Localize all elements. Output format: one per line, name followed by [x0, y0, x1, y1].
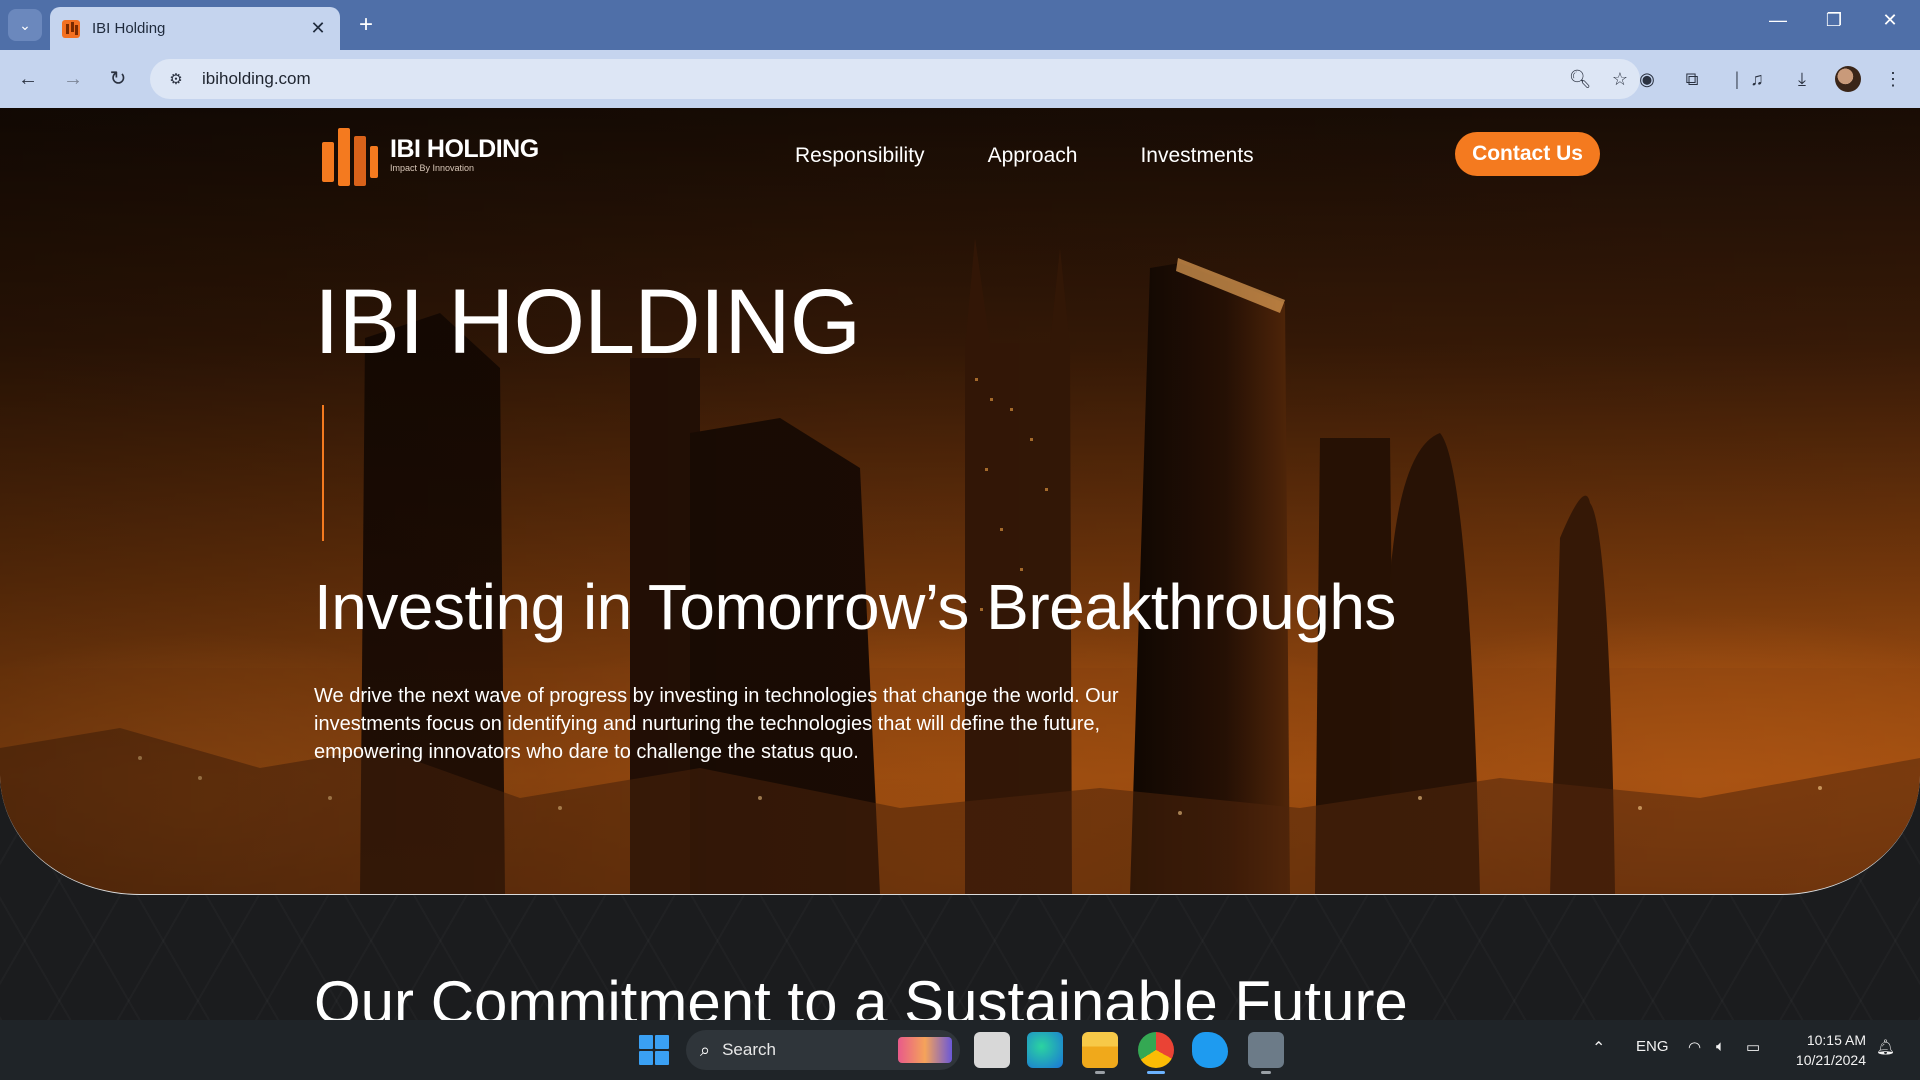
logo-tagline: Impact By Innovation: [390, 163, 475, 173]
extensions-puzzle-icon[interactable]: ⧉: [1677, 64, 1707, 94]
profile-avatar[interactable]: [1835, 66, 1861, 92]
site-favicon-icon: [62, 19, 80, 38]
wifi-icon[interactable]: ◠: [1688, 1038, 1701, 1056]
remote-desktop-icon[interactable]: [1248, 1032, 1284, 1074]
new-tab-button[interactable]: +: [353, 12, 379, 38]
browser-toolbar: ← → ↻ ⚙ ibiholding.com 🔍︎ ☆ ◉ ⧉ | ♫ ⤓ ⋮: [0, 50, 1920, 108]
file-explorer-icon[interactable]: [1082, 1032, 1118, 1074]
back-arrow-icon[interactable]: ←: [13, 64, 43, 94]
hero-section: IBI HOLDING Impact By Innovation Respons…: [0, 108, 1920, 894]
search-icon: ⌕: [700, 1039, 711, 1060]
tab-title: IBI Holding: [92, 20, 166, 37]
volume-icon[interactable]: 🔈︎: [1716, 1038, 1725, 1055]
app-bird-icon[interactable]: [1192, 1032, 1228, 1068]
hero-title: IBI HOLDING: [314, 271, 861, 373]
reload-icon[interactable]: ↻: [103, 64, 133, 94]
webpage: IBI HOLDING Impact By Innovation Respons…: [0, 108, 1920, 1020]
download-icon[interactable]: ⤓: [1787, 64, 1817, 94]
menu-kebab-icon[interactable]: ⋮: [1878, 64, 1908, 94]
nav-investments[interactable]: Investments: [1140, 144, 1253, 168]
nav-approach[interactable]: Approach: [988, 144, 1078, 168]
logo-mark-icon: [322, 128, 378, 186]
section-title: Our Commitment to a Sustainable Future: [314, 969, 1408, 1020]
accent-divider: [322, 405, 324, 541]
system-clock[interactable]: 10:15 AM 10/21/2024: [1790, 1030, 1866, 1070]
language-indicator[interactable]: ENG: [1636, 1038, 1669, 1055]
edge-browser-icon[interactable]: [1027, 1032, 1063, 1068]
taskbar-search-label: Search: [722, 1040, 776, 1059]
windows-taskbar: ⌕ Search ⌃ ENG ◠ 🔈︎ ▭ 10:15 AM 10/21/202…: [0, 1020, 1920, 1080]
close-window-button[interactable]: ✕: [1870, 10, 1910, 31]
url-text[interactable]: ibiholding.com: [202, 69, 1560, 89]
browser-tab[interactable]: IBI Holding ✕: [50, 7, 340, 50]
hero-description: We drive the next wave of progress by in…: [314, 685, 1119, 763]
logo-name: IBI HOLDING: [390, 135, 539, 163]
minimize-button[interactable]: —: [1758, 10, 1798, 31]
tab-close-icon[interactable]: ✕: [308, 18, 328, 39]
site-logo[interactable]: IBI HOLDING Impact By Innovation: [318, 120, 539, 188]
contact-us-button[interactable]: Contact Us: [1455, 132, 1600, 176]
hero-overlay: [0, 108, 1920, 894]
extension-record-icon[interactable]: ◉: [1632, 64, 1662, 94]
clock-date: 10/21/2024: [1795, 1052, 1866, 1068]
forward-arrow-icon[interactable]: →: [58, 64, 88, 94]
chrome-browser-icon[interactable]: [1138, 1032, 1174, 1074]
search-highlight-icon: [898, 1037, 952, 1063]
windows-start-icon[interactable]: [639, 1035, 669, 1065]
main-nav: Responsibility Approach Investments: [795, 144, 1254, 168]
clock-time: 10:15 AM: [1806, 1032, 1866, 1048]
chevron-down-icon: ⌄: [19, 16, 31, 33]
browser-tabstrip: ⌄ IBI Holding ✕ + — ❐ ✕: [0, 0, 1920, 50]
media-control-icon[interactable]: ♫: [1742, 64, 1772, 94]
hero-headline: Investing in Tomorrow’s Breakthroughs: [314, 571, 1396, 643]
restore-button[interactable]: ❐: [1814, 10, 1854, 31]
show-hidden-icons-chevron-icon[interactable]: ⌃: [1592, 1038, 1605, 1058]
notification-bell-icon[interactable]: 🔔︎: [1876, 1038, 1895, 1056]
battery-icon[interactable]: ▭: [1746, 1038, 1760, 1056]
zoom-icon[interactable]: 🔍︎: [1560, 69, 1600, 90]
nav-responsibility[interactable]: Responsibility: [795, 144, 925, 168]
task-view-icon[interactable]: [974, 1032, 1010, 1068]
address-bar[interactable]: ⚙ ibiholding.com 🔍︎ ☆: [150, 59, 1640, 99]
site-info-icon[interactable]: ⚙: [156, 70, 196, 88]
tab-search-button[interactable]: ⌄: [8, 9, 42, 41]
taskbar-search[interactable]: ⌕ Search: [686, 1030, 960, 1070]
